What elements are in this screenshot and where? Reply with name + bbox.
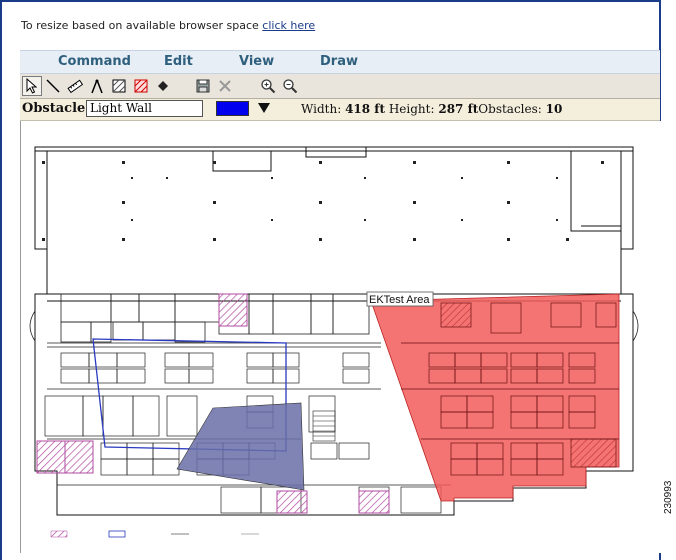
compass-icon[interactable] [87, 76, 107, 96]
dimension-stats: Width: 418 ft Height: 287 ftObstacles: 1… [301, 102, 562, 116]
zoom-in-icon[interactable] [258, 76, 278, 96]
width-value: 418 ft [345, 102, 386, 116]
hatch-fill-red-icon[interactable] [131, 76, 151, 96]
hatched-room [218, 293, 248, 327]
floor-plan-svg: EKTest Area [29, 146, 639, 538]
hatched-room-left-2 [64, 440, 94, 474]
stairs [312, 410, 336, 442]
point-icon[interactable] [153, 76, 173, 96]
legend [50, 530, 259, 538]
hatched-room-bottom-2 [358, 490, 390, 514]
toolbar [20, 74, 660, 99]
hatch-fill-icon[interactable] [109, 76, 129, 96]
select-arrow-icon[interactable] [22, 76, 42, 96]
menu-view[interactable]: View [239, 54, 274, 69]
ek-test-area[interactable] [370, 293, 620, 502]
ek-test-area-label: EKTest Area [369, 294, 430, 306]
obstacles-label: Obstacles: [478, 102, 542, 116]
height-value: 287 ft [438, 102, 479, 116]
color-dropdown-icon[interactable] [258, 103, 270, 113]
ruler-icon[interactable] [65, 76, 85, 96]
zoom-out-icon[interactable] [280, 76, 300, 96]
width-label: Width: [301, 102, 342, 116]
height-label: Height: [388, 102, 435, 116]
coverage-polygon[interactable] [176, 402, 305, 491]
menu-draw[interactable]: Draw [320, 54, 358, 69]
resize-instruction: To resize based on available browser spa… [21, 19, 315, 32]
line-icon[interactable] [43, 76, 63, 96]
column-grid [42, 161, 604, 241]
menu-command[interactable]: Command [58, 54, 131, 69]
delete-icon[interactable] [215, 76, 235, 96]
hatched-room-left [36, 440, 66, 474]
color-swatch[interactable] [216, 101, 249, 116]
obstacle-type-field[interactable]: Light Wall [86, 100, 203, 117]
click-here-link[interactable]: click here [262, 19, 315, 32]
save-icon[interactable] [193, 76, 213, 96]
figure-id: 230993 [663, 480, 674, 514]
hatched-room-bottom [276, 490, 308, 514]
menu-bar: Command Edit View Draw [20, 50, 660, 74]
floor-plan-canvas[interactable]: EKTest Area [20, 121, 661, 553]
obstacle-label: Obstacle [22, 101, 86, 116]
resize-text: To resize based on available browser spa… [21, 19, 259, 32]
menu-edit[interactable]: Edit [164, 54, 193, 69]
property-bar: Obstacle Light Wall Width: 418 ft Height… [20, 99, 660, 121]
obstacles-value: 10 [545, 102, 563, 116]
